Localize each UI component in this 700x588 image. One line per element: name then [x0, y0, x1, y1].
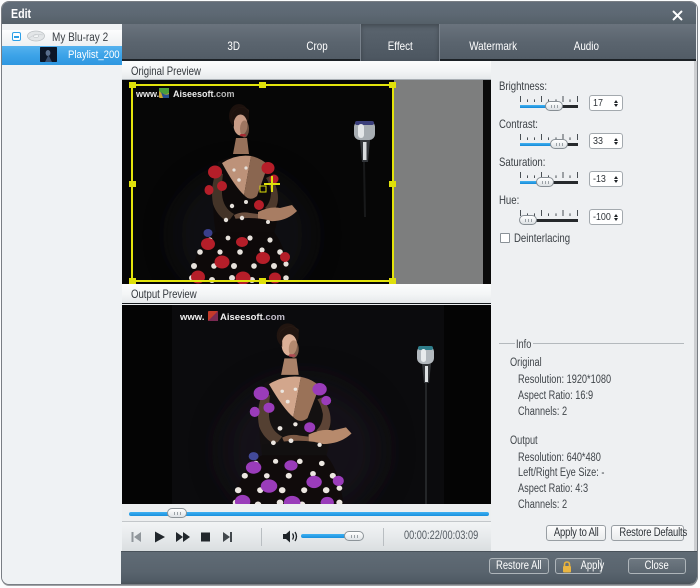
svg-text:Aiseesoft.com: Aiseesoft.com — [220, 312, 285, 323]
svg-text:www.: www. — [179, 312, 204, 323]
